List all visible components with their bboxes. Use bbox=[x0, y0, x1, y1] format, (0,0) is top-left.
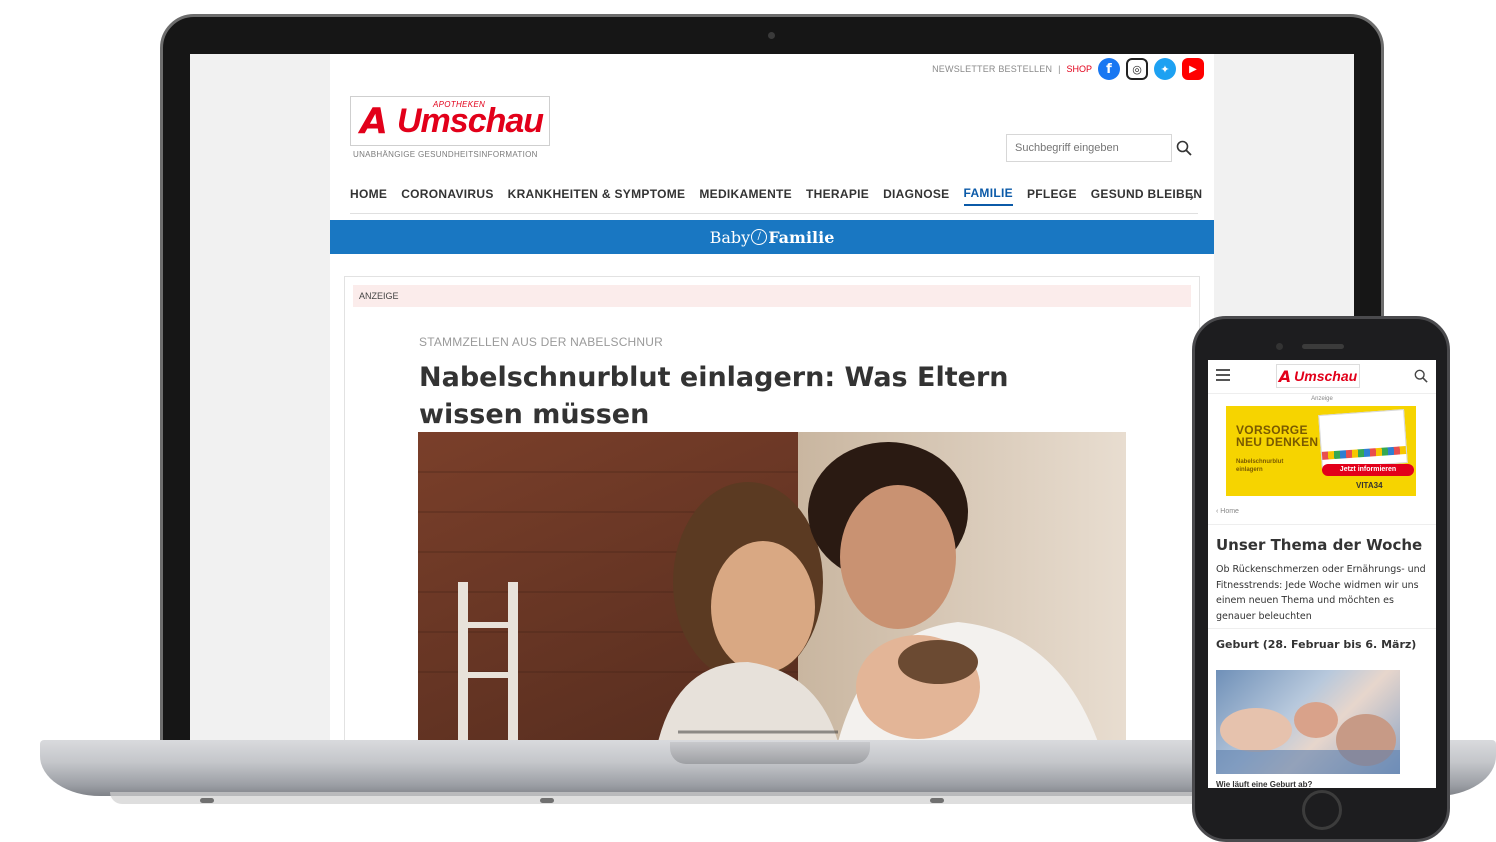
phone-speaker bbox=[1302, 344, 1344, 349]
banner-circle-icon: ∕ bbox=[751, 229, 768, 245]
photo-caption[interactable]: Wie läuft eine Geburt ab? bbox=[1216, 780, 1312, 788]
banner-familie: Familie bbox=[768, 227, 835, 247]
topbar-separator: | bbox=[1058, 64, 1061, 74]
phone-home-button[interactable] bbox=[1302, 790, 1342, 830]
shop-link[interactable]: SHOP bbox=[1066, 64, 1092, 74]
youtube-icon[interactable]: ▶ bbox=[1182, 58, 1204, 80]
ad-subtitle: Nabelschnurblut einlagern bbox=[1236, 459, 1284, 473]
divider bbox=[1208, 524, 1436, 525]
mobile-ad-label: Anzeige bbox=[1311, 396, 1333, 402]
site-logo[interactable]: A APOTHEKEN Umschau bbox=[350, 96, 550, 146]
chevron-right-icon[interactable]: › bbox=[1189, 188, 1194, 204]
nav-item-familie[interactable]: FAMILIE bbox=[963, 186, 1013, 206]
phone-camera bbox=[1276, 343, 1283, 350]
family-photo bbox=[418, 432, 1126, 740]
logo-small-text: APOTHEKEN bbox=[433, 99, 486, 109]
mobile-ad-banner[interactable]: VORSORGE NEU DENKEN Nabelschnurblut einl… bbox=[1226, 406, 1416, 496]
logo-tagline: UNABHÄNGIGE GESUNDHEITSINFORMATION bbox=[353, 150, 538, 159]
nav-item-therapie[interactable]: THERAPIE bbox=[806, 187, 869, 205]
search-icon[interactable] bbox=[1414, 369, 1428, 383]
laptop-camera bbox=[768, 32, 775, 39]
laptop-foot bbox=[540, 798, 554, 803]
nav-item-diagnose[interactable]: DIAGNOSE bbox=[883, 187, 949, 205]
product-box bbox=[1318, 409, 1408, 469]
hamburger-icon[interactable] bbox=[1216, 369, 1230, 384]
divider bbox=[1208, 628, 1436, 629]
pharmacy-a-icon: A bbox=[1278, 366, 1292, 386]
nav-item-home[interactable]: HOME bbox=[350, 187, 387, 205]
hero-image[interactable] bbox=[418, 432, 1126, 740]
ad-title: VORSORGE NEU DENKEN bbox=[1236, 423, 1319, 449]
mobile-description: Ob Rückenschmerzen oder Ernährungs- und … bbox=[1216, 564, 1426, 622]
laptop-foot bbox=[200, 798, 214, 803]
topic-link[interactable]: Geburt (28. Februar bis 6. März) bbox=[1216, 638, 1416, 651]
pharmacy-a-icon: A bbox=[360, 100, 388, 142]
ad-cta-button[interactable]: Jetzt informieren bbox=[1322, 464, 1414, 476]
main-nav: HOME CORONAVIRUS KRANKHEITEN & SYMPTOME … bbox=[350, 178, 1202, 214]
nav-item-krankheiten[interactable]: KRANKHEITEN & SYMPTOME bbox=[508, 187, 686, 205]
mobile-page-title: Unser Thema der Woche bbox=[1216, 536, 1423, 554]
nav-item-pflege[interactable]: PFLEGE bbox=[1027, 187, 1077, 205]
website: NEWSLETTER BESTELLEN | SHOP f ◎ ✦ ▶ A AP… bbox=[330, 54, 1214, 740]
twitter-icon[interactable]: ✦ bbox=[1154, 58, 1176, 80]
section-banner[interactable]: Baby ∕ Familie bbox=[330, 220, 1214, 254]
instagram-icon[interactable]: ◎ bbox=[1126, 58, 1148, 80]
article-kicker: STAMMZELLEN AUS DER NABELSCHNUR bbox=[419, 335, 664, 349]
topbar: NEWSLETTER BESTELLEN | SHOP f ◎ ✦ ▶ bbox=[932, 58, 1204, 80]
device-mockup: NEWSLETTER BESTELLEN | SHOP f ◎ ✦ ▶ A AP… bbox=[0, 0, 1496, 842]
back-link[interactable]: ‹ Home bbox=[1216, 508, 1239, 515]
banner-baby: Baby bbox=[709, 227, 751, 247]
ad-brand: VITA34 bbox=[1356, 481, 1383, 490]
birth-photo[interactable] bbox=[1216, 670, 1400, 774]
mobile-logo[interactable]: A Umschau bbox=[1276, 364, 1360, 388]
facebook-icon[interactable]: f bbox=[1098, 58, 1120, 80]
ad-label: ANZEIGE bbox=[353, 285, 1191, 307]
article-headline[interactable]: Nabelschnurblut einlagern: Was Eltern wi… bbox=[419, 359, 1119, 433]
laptop-foot bbox=[930, 798, 944, 803]
mobile-header: A Umschau bbox=[1208, 360, 1436, 394]
nav-item-coronavirus[interactable]: CORONAVIRUS bbox=[401, 187, 493, 205]
search-icon[interactable] bbox=[1176, 140, 1192, 156]
nav-item-gesund-bleiben[interactable]: GESUND BLEIBEN bbox=[1091, 187, 1203, 205]
laptop-notch bbox=[670, 742, 870, 764]
search-input[interactable] bbox=[1006, 134, 1172, 162]
nav-item-medikamente[interactable]: MEDIKAMENTE bbox=[699, 187, 792, 205]
phone-screen: A Umschau Anzeige VORSORGE NEU DENKEN Na… bbox=[1208, 360, 1436, 788]
newsletter-link[interactable]: NEWSLETTER BESTELLEN bbox=[932, 64, 1052, 74]
